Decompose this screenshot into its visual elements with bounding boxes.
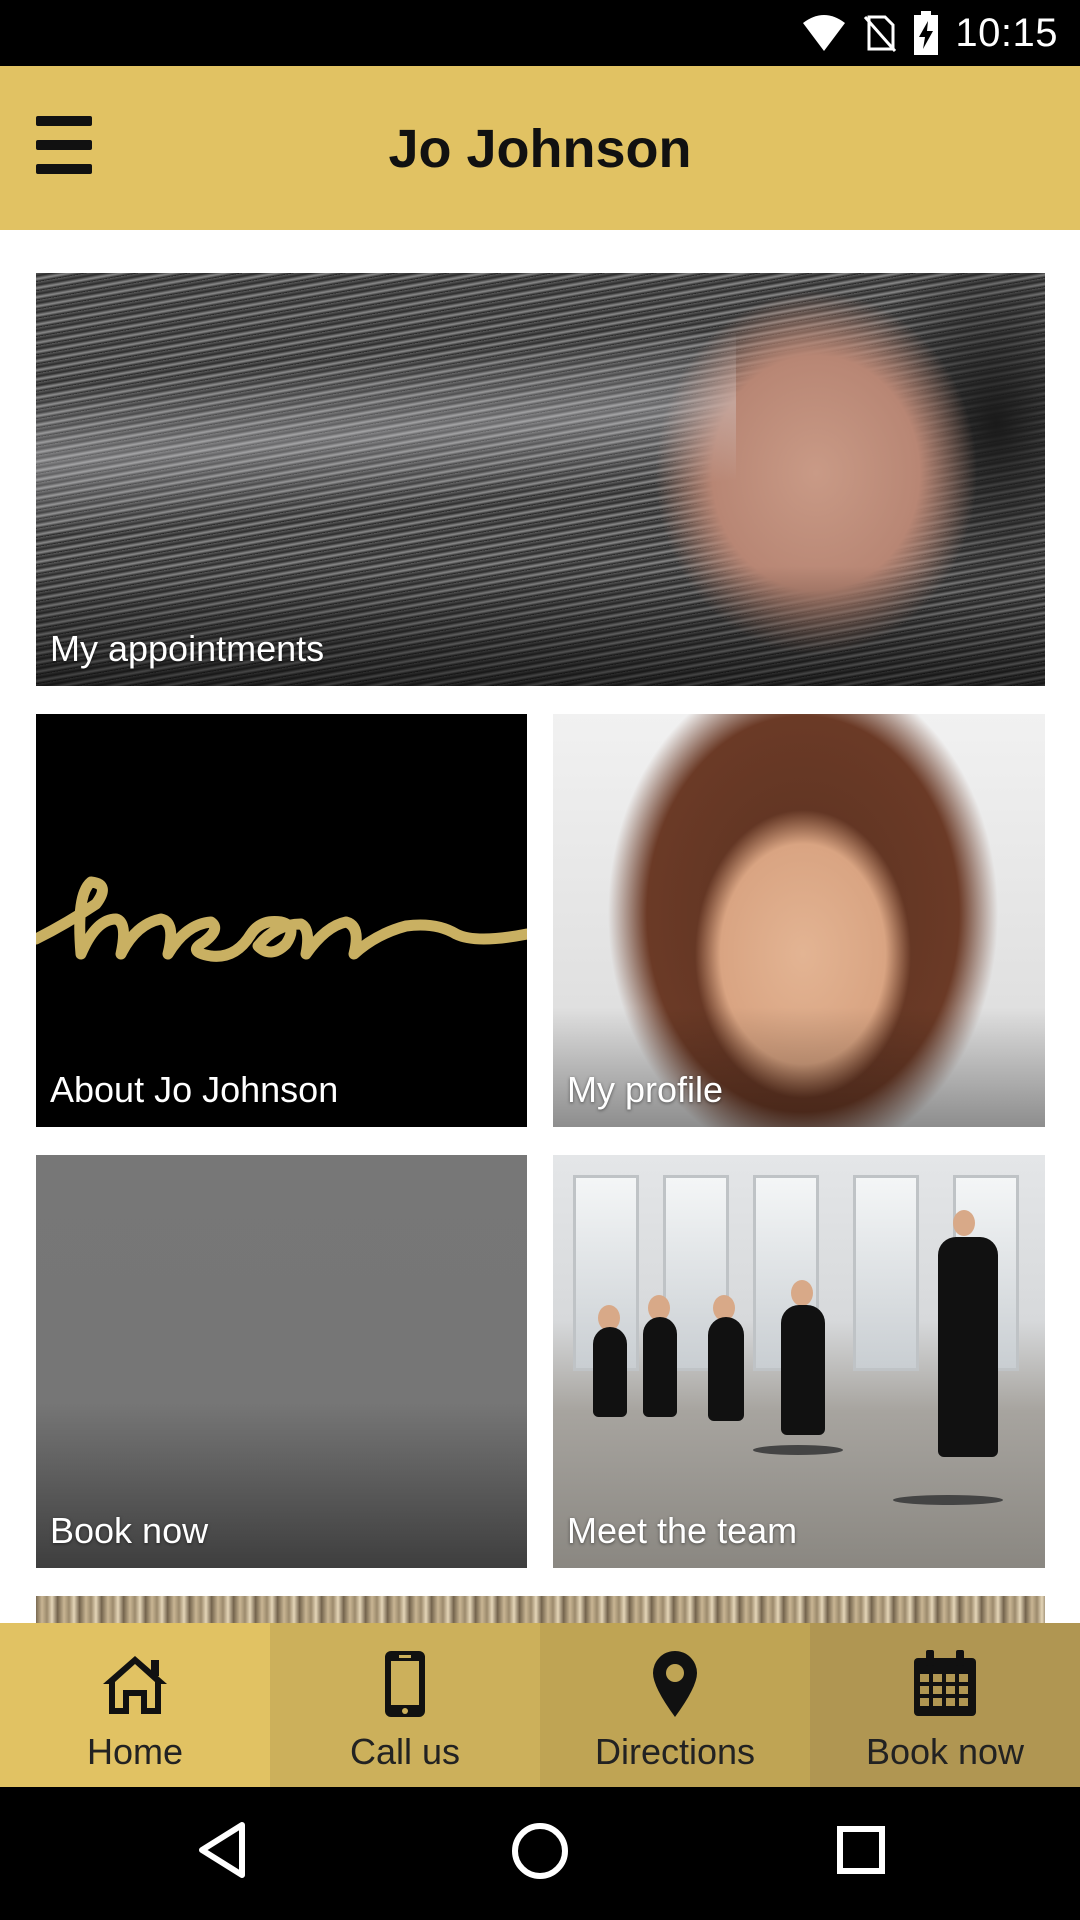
tile-label: My appointments xyxy=(50,628,325,669)
status-time: 10:15 xyxy=(955,10,1058,55)
back-icon[interactable] xyxy=(196,1821,248,1884)
tile-label: About Jo Johnson xyxy=(50,1069,339,1110)
recents-icon[interactable] xyxy=(836,1825,886,1880)
nav-home[interactable]: Home xyxy=(0,1623,270,1787)
bottom-nav: Home Call us Directions Book now xyxy=(0,1623,1080,1787)
nav-label: Book now xyxy=(865,1731,1025,1772)
tile-my-appointments[interactable]: My appointments xyxy=(36,273,1045,686)
status-bar: 10:15 xyxy=(0,0,1080,66)
map-pin-icon xyxy=(649,1647,701,1721)
app-bar: Jo Johnson xyxy=(0,66,1080,230)
tile-my-profile[interactable]: My profile xyxy=(553,714,1045,1127)
home-circle-icon[interactable] xyxy=(510,1821,570,1886)
home-icon xyxy=(99,1647,171,1721)
tile-image xyxy=(36,333,736,533)
status-icons: 10:15 xyxy=(801,0,1058,66)
nav-book-now[interactable]: Book now xyxy=(810,1623,1080,1787)
page-title: Jo Johnson xyxy=(388,119,692,179)
android-nav-bar xyxy=(0,1787,1080,1920)
tile-label: Book now xyxy=(50,1510,209,1551)
tile-label: Meet the team xyxy=(567,1510,798,1551)
tile-book-now[interactable]: Book now xyxy=(36,1155,527,1568)
tile-partial[interactable] xyxy=(36,1596,1045,1626)
tile-label: My profile xyxy=(567,1069,724,1110)
tile-meet-the-team[interactable]: Meet the team xyxy=(553,1155,1045,1568)
calendar-icon xyxy=(912,1647,978,1721)
wifi-icon xyxy=(801,13,847,53)
battery-charging-icon xyxy=(913,11,939,55)
no-sim-icon xyxy=(863,13,897,53)
nav-label: Call us xyxy=(349,1731,461,1772)
nav-label: Home xyxy=(86,1731,184,1772)
tile-about[interactable]: About Jo Johnson xyxy=(36,714,527,1127)
nav-directions[interactable]: Directions xyxy=(540,1623,810,1787)
nav-call-us[interactable]: Call us xyxy=(270,1623,540,1787)
phone-icon xyxy=(383,1647,427,1721)
jo-johnson-logo xyxy=(36,876,527,962)
nav-label: Directions xyxy=(594,1731,756,1772)
